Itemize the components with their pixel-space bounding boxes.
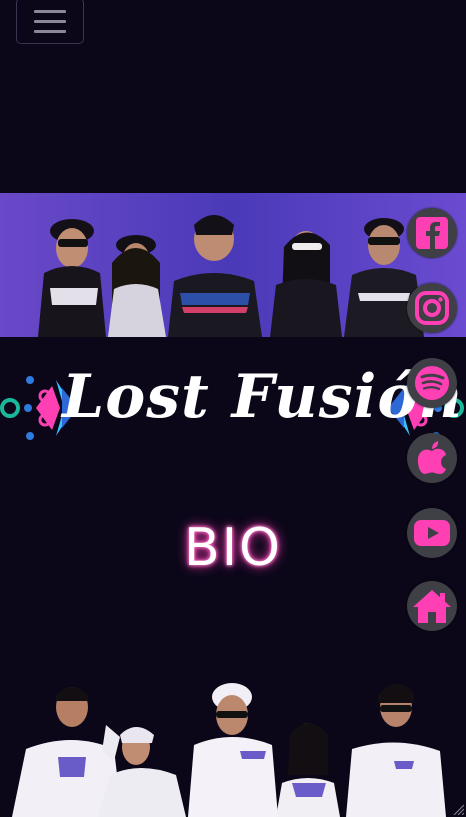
facebook-icon bbox=[416, 217, 448, 249]
home-icon bbox=[413, 590, 451, 623]
resize-handle[interactable] bbox=[452, 803, 464, 815]
apple-icon bbox=[417, 441, 446, 474]
spotify-button[interactable] bbox=[407, 358, 457, 408]
band-banner-photo bbox=[0, 193, 466, 337]
band-logo-text: Lost Fusión bbox=[62, 362, 463, 432]
hamburger-icon bbox=[34, 19, 66, 23]
facebook-button[interactable] bbox=[407, 208, 457, 258]
hamburger-icon bbox=[34, 9, 66, 13]
menu-toggle-button[interactable] bbox=[16, 0, 84, 44]
spotify-icon bbox=[415, 366, 449, 400]
home-button[interactable] bbox=[407, 581, 457, 631]
instagram-icon bbox=[415, 291, 449, 325]
instagram-button[interactable] bbox=[407, 283, 457, 333]
hamburger-icon bbox=[34, 29, 66, 33]
youtube-button[interactable] bbox=[407, 508, 457, 558]
band-photo bbox=[0, 665, 466, 817]
youtube-icon bbox=[414, 520, 450, 546]
apple-music-button[interactable] bbox=[407, 433, 457, 483]
bio-heading: BIO bbox=[184, 518, 282, 578]
